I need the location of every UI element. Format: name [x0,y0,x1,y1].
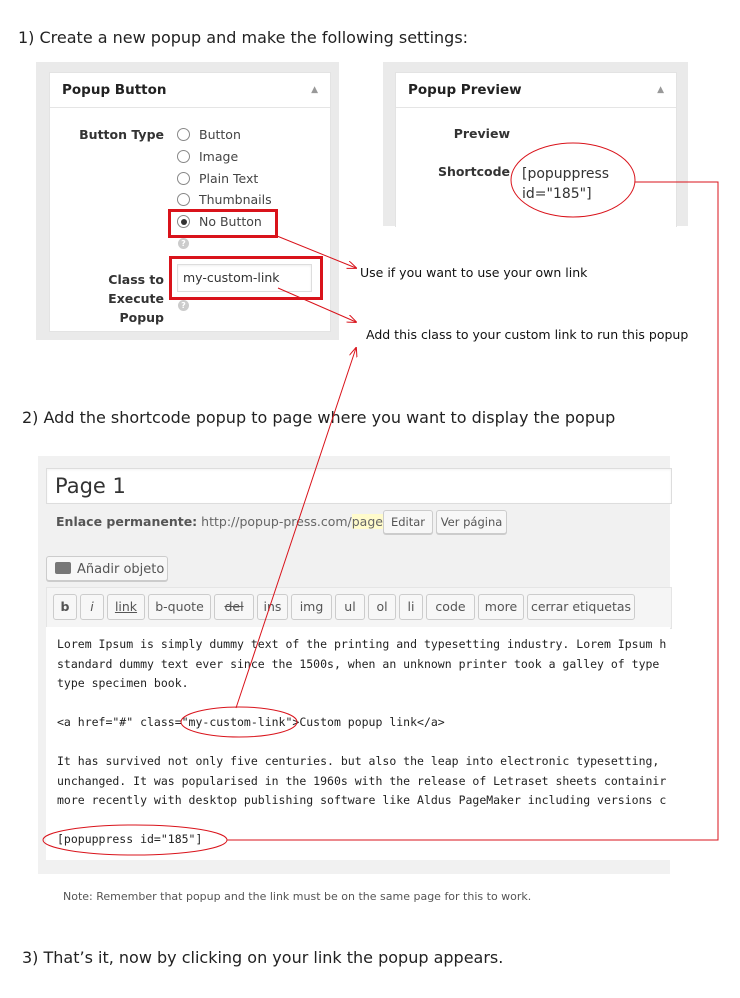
radio-image[interactable]: Image [177,148,238,166]
quicktag-ins[interactable]: ins [257,594,288,620]
quicktag-del[interactable]: del [214,594,254,620]
add-media-button[interactable]: Añadir objeto [46,556,168,581]
content-line: standard dummy text ever since the 1500s… [57,657,660,671]
annotation-add-class: Add this class to your custom link to ru… [366,327,689,342]
content-line-shortcode: [popuppress id="185"] [57,832,203,846]
permalink-label: Enlace permanente: [56,514,198,529]
class-to-execute-label: Class to Execute Popup [108,272,164,325]
quicktag-code[interactable]: code [426,594,475,620]
media-icon [55,562,71,574]
edit-permalink-button[interactable]: Editar [383,510,433,534]
radio-plain-text[interactable]: Plain Text [177,170,258,188]
popup-preview-panel-title: Popup Preview [408,82,522,98]
quicktag-more[interactable]: more [478,594,524,620]
content-line: type specimen book. [57,676,189,690]
quicktag-ul[interactable]: ul [335,594,365,620]
shortcode-label: Shortcode [437,164,510,179]
preview-label: Preview [453,126,510,141]
radio-button[interactable]: Button [177,126,241,144]
radio-icon[interactable] [177,193,190,206]
radio-thumbnails[interactable]: Thumbnails [177,191,272,209]
quicktag-b-quote[interactable]: b-quote [148,594,211,620]
step-2-text: 2) Add the shortcode popup to page where… [22,408,616,427]
help-icon[interactable]: ? [178,238,189,249]
radio-icon[interactable] [177,172,190,185]
radio-icon[interactable] [177,128,190,141]
content-line: more recently with desktop publishing so… [57,793,667,807]
quicktag-li[interactable]: li [399,594,423,620]
note-text: Note: Remember that popup and the link m… [63,890,532,903]
popup-preview-panel-header[interactable]: Popup Preview ▲ [396,73,676,108]
quicktag-b[interactable]: b [53,594,77,620]
permalink: Enlace permanente: http://popup-press.co… [56,514,400,529]
no-button-highlight [168,209,278,238]
annotation-own-link: Use if you want to use your own link [360,265,588,280]
class-input-highlight [169,256,323,300]
quicktag-link[interactable]: link [107,594,145,620]
collapse-arrow-icon[interactable]: ▲ [657,73,664,107]
quicktag-img[interactable]: img [291,594,332,620]
popup-button-panel-header[interactable]: Popup Button ▲ [50,73,330,108]
quicktag-ol[interactable]: ol [368,594,396,620]
permalink-base[interactable]: http://popup-press.com/ [201,514,352,529]
collapse-arrow-icon[interactable]: ▲ [311,73,318,107]
quicktag-i[interactable]: i [80,594,104,620]
step-1-text: 1) Create a new popup and make the follo… [18,28,469,47]
radio-icon[interactable] [177,150,190,163]
button-type-label: Button Type [79,127,164,142]
content-line: It has survived not only five centuries.… [57,754,660,768]
step-3-text: 3) That’s it, now by clicking on your li… [22,948,504,967]
popup-button-panel-title: Popup Button [62,82,167,98]
quicktag-close-tags[interactable]: cerrar etiquetas [527,594,635,620]
content-line: Lorem Ipsum is simply dummy text of the … [57,637,667,651]
page-title-input[interactable]: Page 1 [46,468,672,504]
content-line: unchanged. It was popularised in the 196… [57,774,667,788]
content-line-custom-link: <a href="#" class="my-custom-link">Custo… [57,715,445,729]
help-icon[interactable]: ? [178,300,189,311]
shortcode-value: [popuppress id="185"] [522,166,610,202]
view-page-button[interactable]: Ver página [436,510,507,534]
